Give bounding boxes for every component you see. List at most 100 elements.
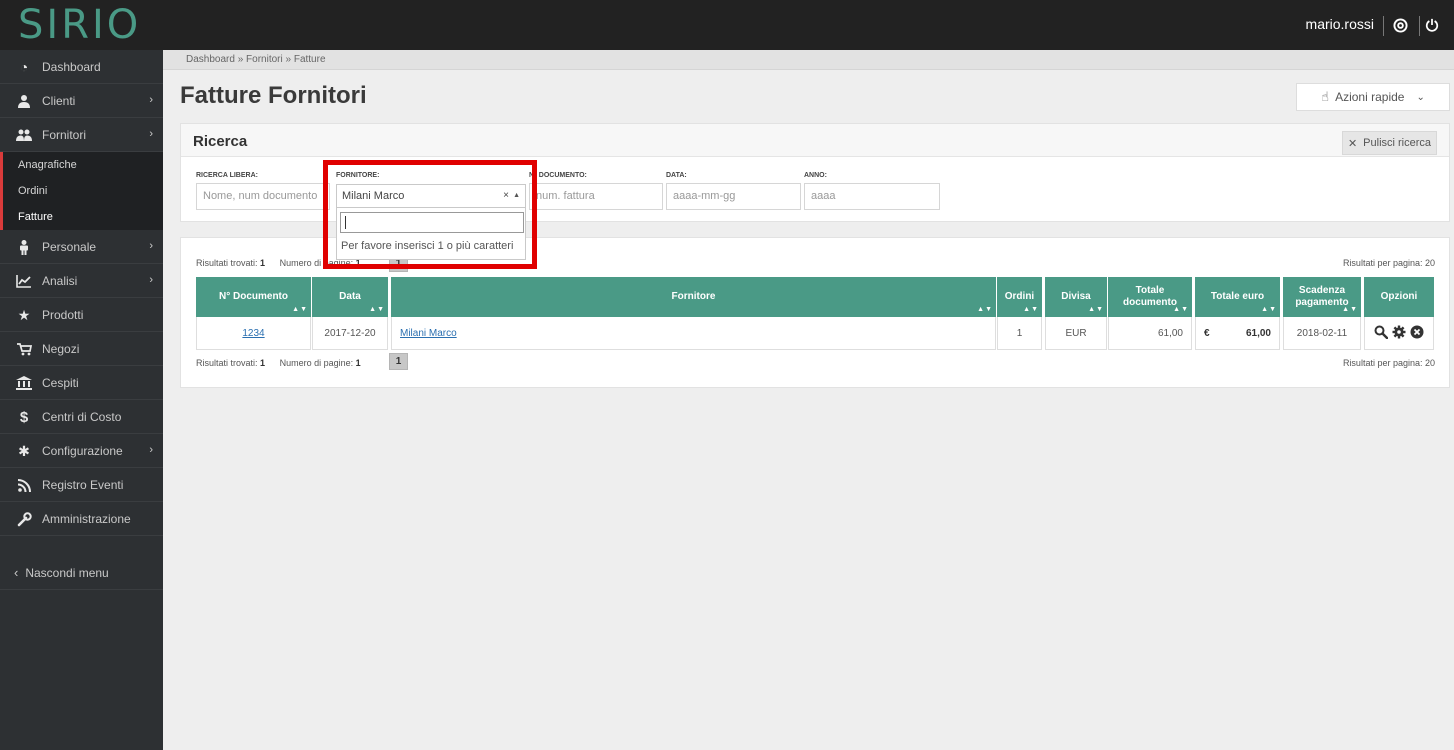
cell-currency: EUR bbox=[1045, 317, 1107, 350]
search-icon[interactable] bbox=[1374, 325, 1389, 342]
sidebar-item-registro-eventi[interactable]: Registro Eventi bbox=[0, 468, 163, 502]
main-content: Dashboard » Fornitori » Fatture Fatture … bbox=[163, 50, 1454, 750]
highlight-frame bbox=[323, 160, 537, 269]
free-search-input[interactable]: Nome, num documento bbox=[196, 183, 330, 210]
delete-icon[interactable] bbox=[1410, 325, 1424, 342]
sort-icon[interactable]: ▲▼ bbox=[977, 304, 993, 316]
sort-icon[interactable]: ▲▼ bbox=[1342, 304, 1358, 316]
col-header-total-eur-label: Totale euro bbox=[1210, 291, 1265, 302]
cell-orders: 1 bbox=[997, 317, 1042, 350]
total-eur-value: 61,00 bbox=[1245, 327, 1271, 339]
col-header-doc[interactable]: N° Documento ▲▼ bbox=[196, 277, 311, 317]
clear-search-button[interactable]: ✕ Pulisci ricerca bbox=[1342, 131, 1437, 155]
sidebar-item-fornitori[interactable]: Fornitori › bbox=[0, 118, 163, 152]
col-header-orders[interactable]: Ordini ▲▼ bbox=[997, 277, 1042, 317]
user-icon bbox=[16, 93, 32, 109]
col-header-supplier[interactable]: Fornitore ▲▼ bbox=[391, 277, 996, 317]
sort-icon[interactable]: ▲▼ bbox=[1088, 304, 1104, 316]
sidebar-item-analisi[interactable]: Analisi › bbox=[0, 264, 163, 298]
results-found-label: Risultati trovati: bbox=[196, 258, 258, 268]
col-header-due[interactable]: Scadenza pagamento ▲▼ bbox=[1283, 277, 1361, 317]
app-logo[interactable]: SIRIO bbox=[18, 2, 141, 48]
sort-icon[interactable]: ▲▼ bbox=[1261, 304, 1277, 316]
sort-icon[interactable]: ▲▼ bbox=[1023, 304, 1039, 316]
col-header-options: Opzioni bbox=[1364, 277, 1434, 317]
quick-actions-label: Azioni rapide bbox=[1335, 90, 1405, 104]
submenu-item-anagrafiche[interactable]: Anagrafiche bbox=[3, 152, 163, 178]
col-header-currency[interactable]: Divisa ▲▼ bbox=[1045, 277, 1107, 317]
sort-icon[interactable]: ▲▼ bbox=[292, 304, 308, 316]
wrench-icon bbox=[16, 511, 32, 527]
col-header-doc-label: N° Documento bbox=[219, 291, 288, 302]
year-input[interactable]: aaaa bbox=[804, 183, 940, 210]
doc-link[interactable]: 1234 bbox=[242, 328, 264, 339]
sidebar-item-clienti[interactable]: Clienti › bbox=[0, 84, 163, 118]
cell-due: 2018-02-11 bbox=[1283, 317, 1361, 350]
results-found-label: Risultati trovati: bbox=[196, 358, 258, 368]
support-icon[interactable] bbox=[1391, 16, 1409, 34]
quick-actions-button[interactable]: ☝ Azioni rapide ⌄ bbox=[1296, 83, 1450, 111]
sidebar-item-configurazione[interactable]: ✱ Configurazione › bbox=[0, 434, 163, 468]
cell-doc: 1234 bbox=[196, 317, 311, 350]
cell-supplier: Milani Marco bbox=[391, 317, 996, 350]
dollar-icon: $ bbox=[19, 408, 29, 426]
submenu-item-ordini[interactable]: Ordini bbox=[3, 178, 163, 204]
sort-icon[interactable]: ▲▼ bbox=[1173, 304, 1189, 316]
submenu-item-fatture[interactable]: Fatture bbox=[3, 204, 163, 230]
gear-icon[interactable] bbox=[1392, 325, 1406, 342]
sidebar-item-label: Prodotti bbox=[42, 307, 84, 322]
sidebar-item-label: Centri di Costo bbox=[42, 409, 122, 424]
hide-menu-label: Nascondi menu bbox=[25, 565, 109, 580]
username[interactable]: mario.rossi bbox=[1306, 16, 1374, 32]
col-header-total-doc[interactable]: Totale documento ▲▼ bbox=[1108, 277, 1192, 317]
sidebar-item-label: Personale bbox=[42, 239, 97, 254]
sidebar-item-dashboard[interactable]: ◔ Dashboard bbox=[0, 50, 163, 84]
chevron-left-icon: ‹ bbox=[14, 565, 19, 580]
per-page-top: Risultati per pagina: 20 bbox=[1342, 258, 1435, 268]
sidebar-item-label: Negozi bbox=[42, 341, 80, 356]
col-header-total-eur[interactable]: Totale euro ▲▼ bbox=[1195, 277, 1280, 317]
date-input[interactable]: aaaa-mm-gg bbox=[666, 183, 801, 210]
free-search-label: RICERCA LIBERA: bbox=[196, 172, 258, 179]
top-bar: SIRIO mario.rossi bbox=[0, 0, 1454, 50]
sidebar-item-amministrazione[interactable]: Amministrazione bbox=[0, 502, 163, 536]
results-found-count: 1 bbox=[260, 358, 266, 368]
sidebar-item-label: Registro Eventi bbox=[42, 477, 124, 492]
sidebar-item-centri-di-costo[interactable]: $ Centri di Costo bbox=[0, 400, 163, 434]
cell-date: 2017-12-20 bbox=[312, 317, 388, 350]
chevron-down-icon: ⌄ bbox=[1416, 91, 1425, 103]
sidebar-item-label: Analisi bbox=[42, 273, 78, 288]
chart-line-icon bbox=[16, 273, 32, 289]
hide-menu-button[interactable]: ‹ Nascondi menu bbox=[0, 556, 163, 590]
sidebar-item-label: Amministrazione bbox=[42, 511, 131, 526]
top-separator bbox=[1383, 16, 1384, 36]
close-icon: ✕ bbox=[1347, 137, 1358, 150]
breadcrumb[interactable]: Dashboard » Fornitori » Fatture bbox=[163, 50, 1454, 70]
hand-pointer-icon: ☝ bbox=[1321, 89, 1330, 104]
sidebar-item-negozi[interactable]: Negozi bbox=[0, 332, 163, 366]
doc-number-input[interactable]: num. fattura bbox=[529, 183, 663, 210]
sidebar-item-label: Configurazione bbox=[42, 443, 123, 458]
power-icon[interactable] bbox=[1423, 16, 1441, 34]
col-header-date[interactable]: Data ▲▼ bbox=[312, 277, 388, 317]
cart-icon bbox=[16, 341, 32, 357]
supplier-link[interactable]: Milani Marco bbox=[400, 328, 457, 339]
star-icon: ★ bbox=[17, 306, 31, 323]
col-header-total-doc-label: Totale documento bbox=[1123, 285, 1177, 308]
sort-icon[interactable]: ▲▼ bbox=[369, 304, 385, 316]
col-header-currency-label: Divisa bbox=[1061, 291, 1091, 302]
sidebar-item-personale[interactable]: Personale › bbox=[0, 230, 163, 264]
page-button-bottom[interactable]: 1 bbox=[389, 353, 408, 370]
sidebar-item-cespiti[interactable]: Cespiti bbox=[0, 366, 163, 400]
sidebar-item-label: Fornitori bbox=[42, 127, 87, 142]
sidebar: ◔ Dashboard Clienti › Fornitori › Anagra… bbox=[0, 50, 163, 750]
top-separator bbox=[1419, 16, 1420, 36]
col-header-options-label: Opzioni bbox=[1380, 291, 1418, 302]
date-label: DATA: bbox=[666, 172, 687, 179]
chevron-right-icon: › bbox=[149, 274, 153, 286]
fornitori-submenu: Anagrafiche Ordini Fatture bbox=[0, 152, 163, 230]
per-page-bottom: Risultati per pagina: 20 bbox=[1342, 358, 1435, 368]
sidebar-item-prodotti[interactable]: ★ Prodotti bbox=[0, 298, 163, 332]
cell-total-doc: 61,00 bbox=[1108, 317, 1192, 350]
chevron-right-icon: › bbox=[149, 128, 153, 140]
